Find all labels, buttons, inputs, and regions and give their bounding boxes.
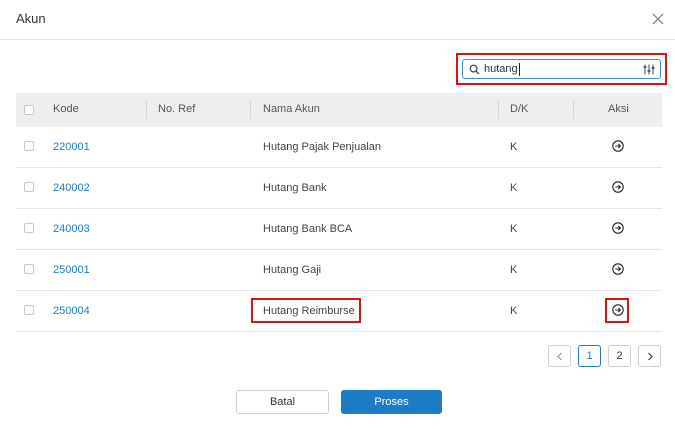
header-ref: No. Ref xyxy=(158,103,196,115)
account-dk: K xyxy=(510,305,518,317)
page-button-2[interactable]: 2 xyxy=(608,345,631,367)
account-dk: K xyxy=(510,182,518,194)
account-name: Hutang Bank xyxy=(263,182,327,194)
select-arrow-icon[interactable] xyxy=(612,304,624,316)
account-dk: K xyxy=(510,264,518,276)
prev-page-button[interactable] xyxy=(548,345,571,367)
account-code-link[interactable]: 250001 xyxy=(53,264,90,276)
header-code: Kode xyxy=(53,103,79,115)
column-divider xyxy=(250,101,251,119)
row-checkbox[interactable] xyxy=(24,141,34,151)
cancel-button[interactable]: Batal xyxy=(236,390,329,414)
row-checkbox[interactable] xyxy=(24,264,34,274)
table-row[interactable]: 250001 Hutang Gaji K xyxy=(16,250,662,291)
search-box xyxy=(462,59,661,79)
process-button[interactable]: Proses xyxy=(341,390,442,414)
account-dk: K xyxy=(510,223,518,235)
chevron-left-icon xyxy=(556,352,562,361)
accounts-table: Kode No. Ref Nama Akun D/K Aksi 220001 H… xyxy=(16,93,662,332)
select-arrow-icon[interactable] xyxy=(612,263,624,275)
account-name: Hutang Reimburse xyxy=(263,305,355,317)
table-row[interactable]: 240003 Hutang Bank BCA K xyxy=(16,209,662,250)
next-page-button[interactable] xyxy=(638,345,661,367)
row-checkbox[interactable] xyxy=(24,182,34,192)
select-arrow-icon[interactable] xyxy=(612,181,624,193)
account-modal: Akun Kode No. Ref Nama Akun xyxy=(0,0,675,429)
account-dk: K xyxy=(510,141,518,153)
row-checkbox[interactable] xyxy=(24,223,34,233)
column-divider xyxy=(573,101,574,119)
modal-title: Akun xyxy=(16,11,46,26)
account-name: Hutang Pajak Penjualan xyxy=(263,141,382,153)
account-code-link[interactable]: 250004 xyxy=(53,305,90,317)
table-row[interactable]: 250004 Hutang Reimburse K xyxy=(16,291,662,332)
account-code-link[interactable]: 240003 xyxy=(53,223,90,235)
search-highlight xyxy=(456,53,667,85)
header-dk: D/K xyxy=(510,103,529,115)
account-code-link[interactable]: 220001 xyxy=(53,141,90,153)
filter-sliders-icon[interactable] xyxy=(643,64,655,75)
account-name: Hutang Bank BCA xyxy=(263,223,353,235)
chevron-right-icon xyxy=(647,352,653,361)
text-cursor xyxy=(519,63,520,76)
row-checkbox[interactable] xyxy=(24,305,34,315)
select-all-checkbox[interactable] xyxy=(24,105,34,115)
table-header: Kode No. Ref Nama Akun D/K Aksi xyxy=(16,93,662,127)
search-input[interactable] xyxy=(484,61,624,77)
select-arrow-icon[interactable] xyxy=(612,222,624,234)
header-name: Nama Akun xyxy=(263,103,320,115)
account-name: Hutang Gaji xyxy=(263,264,322,276)
account-code-link[interactable]: 240002 xyxy=(53,182,90,194)
close-icon[interactable] xyxy=(650,11,666,27)
search-icon xyxy=(469,64,480,75)
column-divider xyxy=(146,101,147,119)
select-arrow-icon[interactable] xyxy=(612,140,624,152)
table-row[interactable]: 240002 Hutang Bank K xyxy=(16,168,662,209)
column-divider xyxy=(498,101,499,119)
table-row[interactable]: 220001 Hutang Pajak Penjualan K xyxy=(16,127,662,168)
header-action: Aksi xyxy=(608,103,629,115)
modal-header: Akun xyxy=(0,0,675,40)
page-button-1[interactable]: 1 xyxy=(578,345,601,367)
